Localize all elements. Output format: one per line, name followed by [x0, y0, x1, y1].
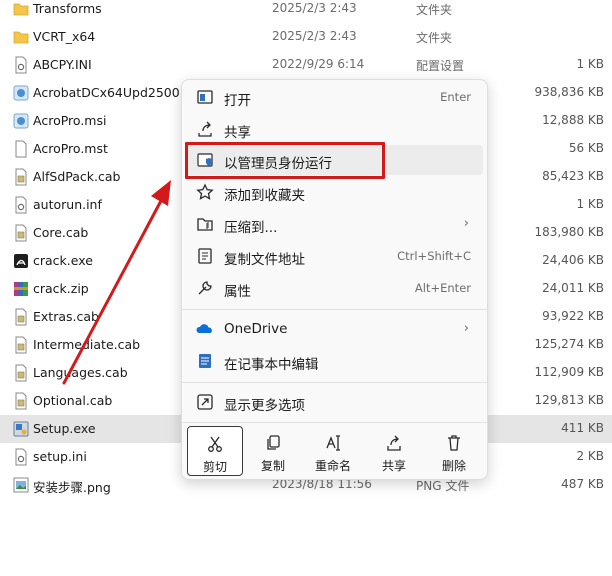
annotation-arrow: [62, 180, 171, 385]
